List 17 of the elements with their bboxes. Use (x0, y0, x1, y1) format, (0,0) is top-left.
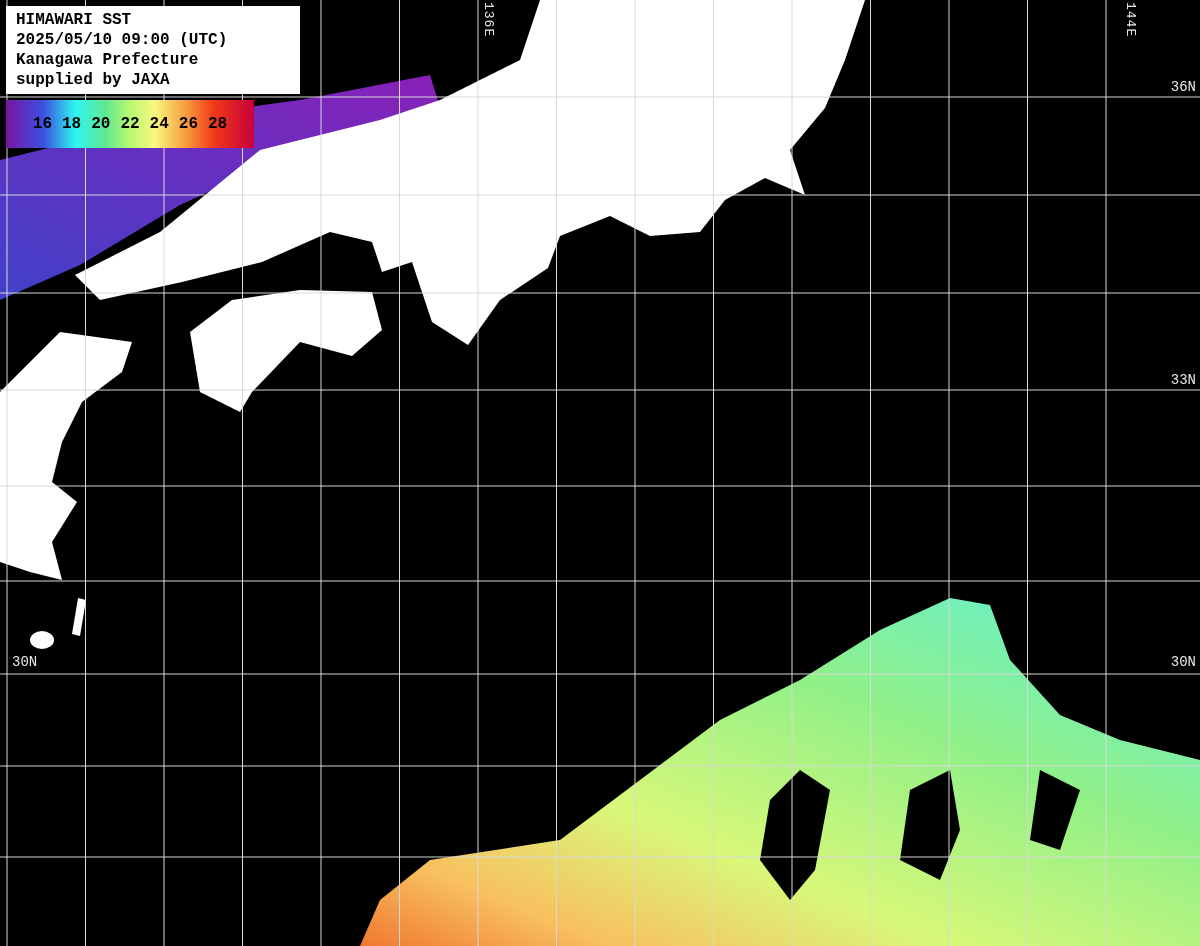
scale-label: 22 (120, 115, 140, 133)
info-text: HIMAWARI SST (16, 10, 133, 30)
longitude-label: 136E (482, 2, 494, 38)
info-text: supplied by JAXA (16, 70, 171, 90)
scale-label: 26 (178, 115, 198, 133)
scale-label: 18 (62, 115, 82, 133)
latitude-label: 33N (1170, 372, 1196, 388)
info-text: Kanagawa Prefecture (16, 50, 200, 70)
latitude-label: 30N (1170, 654, 1196, 670)
scale-label: 24 (149, 115, 169, 133)
latitude-label: 36N (1170, 79, 1196, 95)
scale-label: 16 (32, 115, 52, 133)
scale-label: 20 (91, 115, 111, 133)
latitude-label: 30N (12, 654, 38, 670)
longitude-label: 144E (1124, 2, 1136, 38)
info-text: 2025/05/10 09:00 (UTC) (16, 30, 229, 50)
scale-label: 28 (208, 115, 228, 133)
